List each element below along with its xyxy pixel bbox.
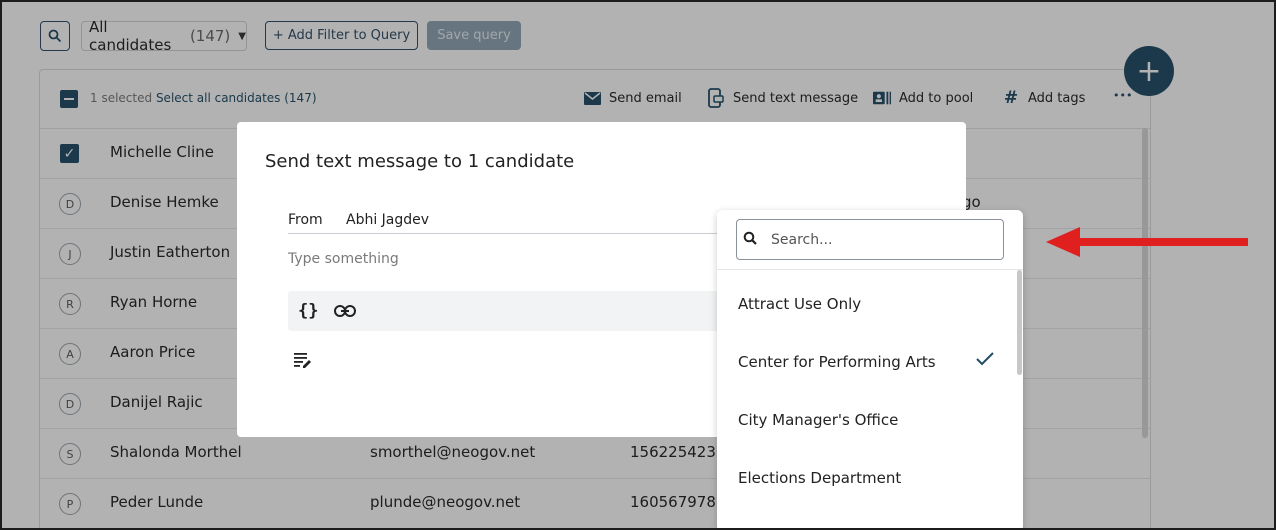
link-icon[interactable]	[334, 302, 357, 321]
dropdown-option[interactable]: Elections Department	[717, 449, 1017, 507]
message-toolbar: {}	[288, 291, 728, 331]
annotation-arrow-icon	[1046, 227, 1248, 257]
dropdown-search-input[interactable]	[771, 229, 991, 251]
dropdown-divider	[717, 269, 1023, 270]
dropdown-scrollbar[interactable]	[1017, 270, 1022, 375]
dropdown-option-selected[interactable]: Center for Performing Arts	[717, 333, 1017, 391]
search-icon	[743, 231, 757, 245]
from-divider	[288, 233, 728, 234]
option-label: Center for Performing Arts	[738, 353, 936, 371]
department-dropdown: Attract Use Only Center for Performing A…	[717, 210, 1023, 528]
modal-title: Send text message to 1 candidate	[265, 151, 575, 172]
from-label: From	[288, 212, 323, 228]
dropdown-search-field[interactable]	[736, 219, 1004, 260]
from-select[interactable]: Abhi Jagdev	[346, 212, 429, 228]
message-input[interactable]	[288, 249, 708, 269]
option-label: Attract Use Only	[738, 295, 862, 313]
dropdown-option[interactable]: Attract Use Only	[717, 275, 1017, 333]
template-icon[interactable]	[294, 352, 312, 372]
option-label: Elections Department	[738, 469, 902, 487]
insert-variable-button[interactable]: {}	[298, 301, 318, 321]
screen: All candidates (147) ▼ + Add Filter to Q…	[0, 0, 1276, 530]
checkmark-icon	[976, 352, 994, 366]
option-label: City Manager's Office	[738, 411, 899, 429]
dropdown-option[interactable]: City Manager's Office	[717, 391, 1017, 449]
